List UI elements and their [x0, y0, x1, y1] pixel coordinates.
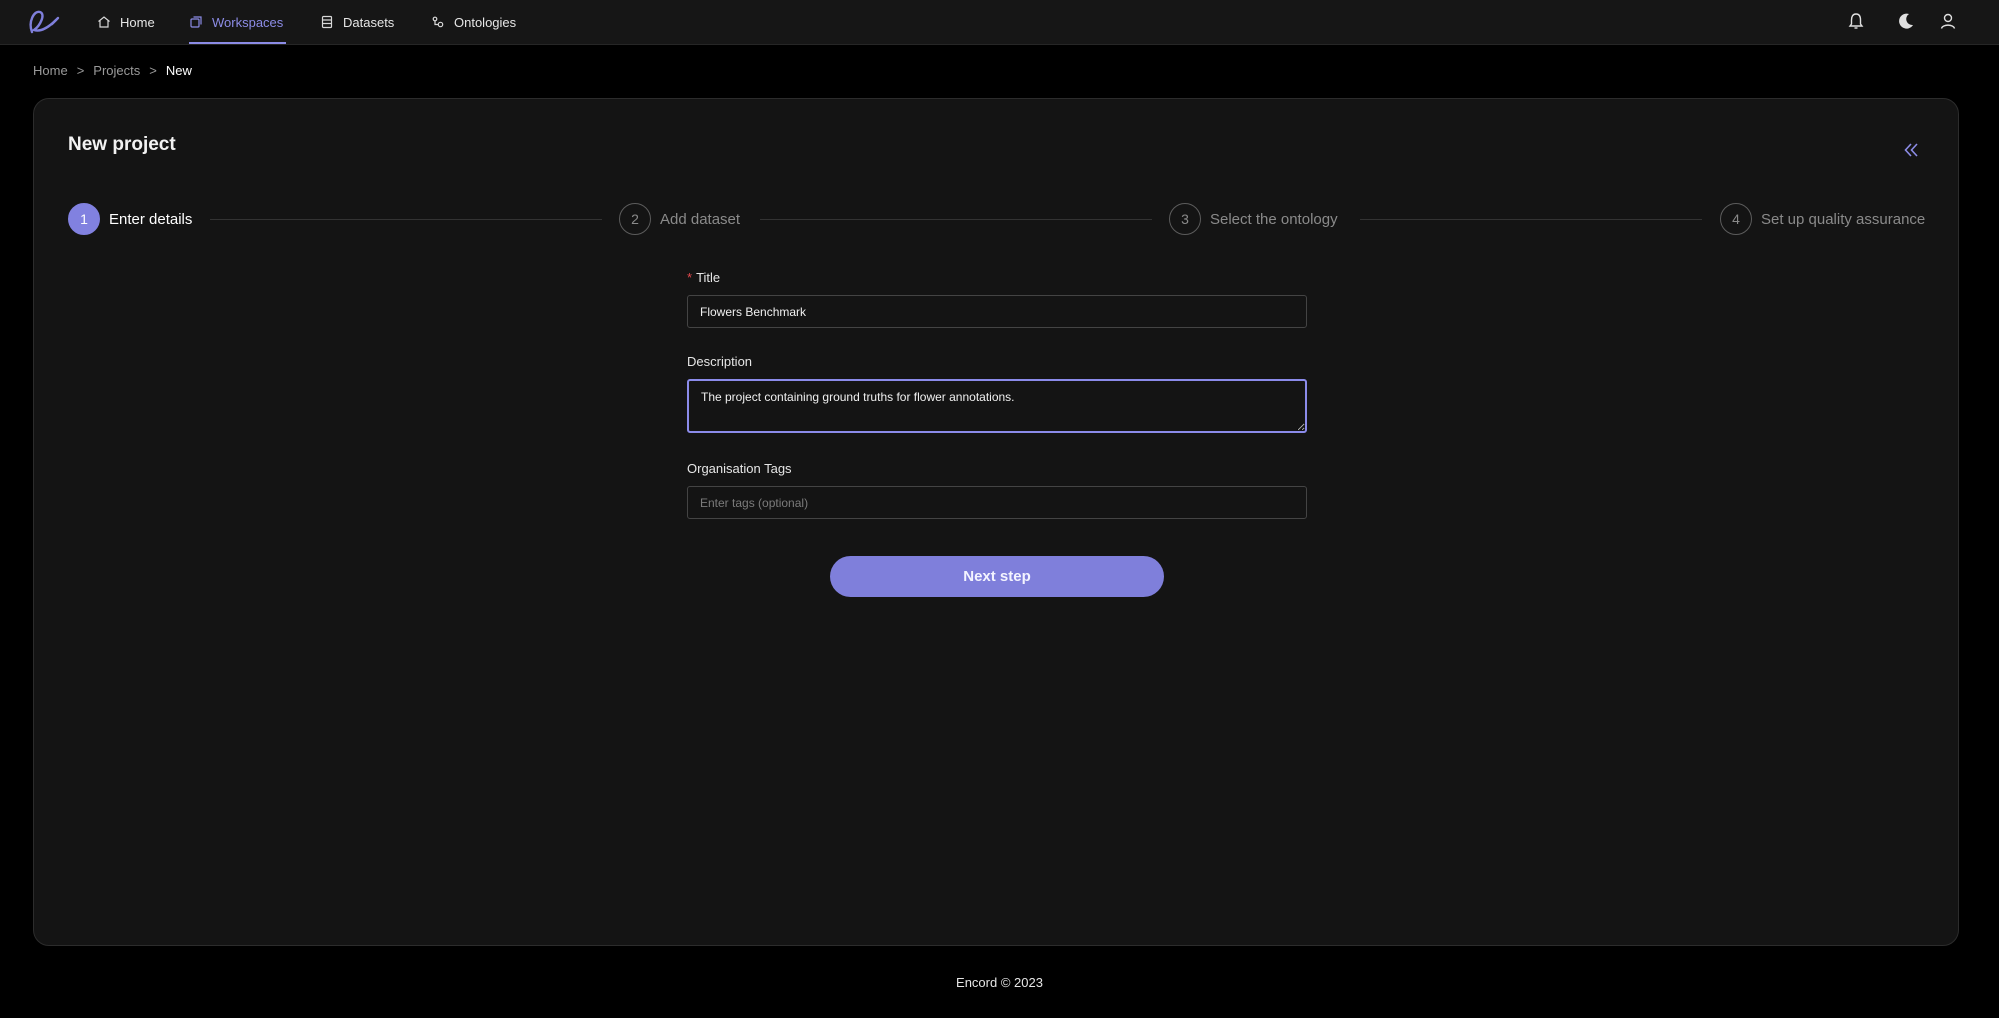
nav-item-workspaces[interactable]: Workspaces [189, 0, 283, 44]
step-connector [210, 219, 602, 220]
nav-item-datasets[interactable]: Datasets [320, 0, 394, 44]
stepper: 1 Enter details 2 Add dataset 3 Select t… [68, 202, 1926, 236]
active-nav-underline [189, 42, 286, 44]
title-label: * Title [687, 270, 1307, 285]
step-number: 4 [1720, 203, 1752, 235]
footer-copyright: Encord © 2023 [956, 975, 1043, 990]
moon-icon[interactable] [1896, 11, 1916, 31]
step-select-ontology[interactable]: 3 Select the ontology [1169, 202, 1338, 236]
breadcrumb-home[interactable]: Home [33, 63, 68, 78]
breadcrumb-separator: > [76, 63, 85, 78]
page-title: New project [68, 134, 176, 155]
step-number: 3 [1169, 203, 1201, 235]
new-project-card: New project 1 Enter details 2 Add datase… [33, 98, 1959, 946]
step-label: Enter details [109, 210, 193, 228]
step-add-dataset[interactable]: 2 Add dataset [619, 202, 740, 236]
breadcrumb-separator: > [149, 63, 157, 78]
step-label: Set up quality assurance [1761, 210, 1926, 228]
datasets-icon [321, 15, 333, 29]
step-label: Select the ontology [1210, 210, 1338, 228]
breadcrumb-projects[interactable]: Projects [93, 63, 140, 78]
description-textarea[interactable]: The project containing ground truths for… [687, 379, 1307, 433]
project-details-form: *Title Description The project containin… [687, 270, 1307, 519]
tags-input[interactable] [687, 486, 1307, 519]
description-label: Description [687, 354, 753, 369]
title-input[interactable] [687, 295, 1307, 328]
workspaces-icon [190, 16, 202, 28]
ontologies-icon [432, 16, 444, 28]
breadcrumb-current: New [165, 63, 192, 78]
step-connector [1360, 219, 1702, 220]
breadcrumb: Home > Projects > New [33, 63, 192, 78]
bell-icon[interactable] [1846, 11, 1866, 31]
user-icon[interactable] [1938, 11, 1958, 31]
nav-item-ontologies[interactable]: Ontologies [431, 0, 516, 44]
step-number: 2 [619, 203, 651, 235]
step-quality-assurance[interactable]: 4 Set up quality assurance [1720, 202, 1925, 236]
step-enter-details[interactable]: 1 Enter details [68, 202, 192, 236]
step-connector [760, 219, 1152, 220]
required-mark: * [687, 270, 693, 285]
step-number: 1 [68, 203, 100, 235]
nav-item-label: Workspaces [212, 14, 284, 30]
top-navbar: Home Workspaces Datasets Ontologies [0, 0, 1999, 45]
double-chevron-left-icon[interactable] [1901, 139, 1923, 161]
nav-item-label: Ontologies [454, 14, 517, 30]
encord-logo[interactable] [26, 6, 62, 38]
nav-item-home[interactable]: Home [97, 0, 155, 44]
tags-label: Organisation Tags [687, 461, 792, 476]
nav-item-label: Datasets [343, 14, 395, 30]
step-label: Add dataset [660, 210, 741, 228]
home-icon [98, 16, 110, 28]
next-step-button[interactable]: Next step [830, 556, 1164, 597]
nav-item-label: Home [120, 14, 155, 30]
title-label-text: Title [696, 270, 721, 285]
